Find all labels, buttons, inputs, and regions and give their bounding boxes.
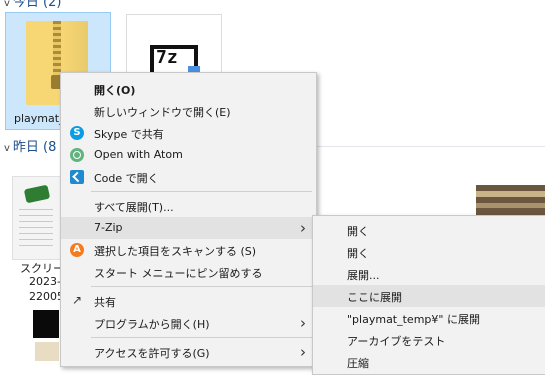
group-header-today[interactable]: v 今日 (2) bbox=[4, 0, 61, 10]
chevron-right-icon: › bbox=[300, 314, 306, 332]
avast-icon: A bbox=[70, 243, 84, 257]
submenu-item-test-archive[interactable]: アーカイブをテスト bbox=[313, 329, 545, 351]
screenshot-thumbnail[interactable] bbox=[12, 176, 62, 260]
menu-item-skype-share[interactable]: S Skype で共有 bbox=[61, 122, 316, 144]
menu-item-7zip[interactable]: 7-Zip › bbox=[61, 217, 316, 239]
menu-item-share[interactable]: ↗ 共有 bbox=[61, 290, 316, 312]
chevron-down-icon: v bbox=[4, 143, 10, 154]
submenu-item-extract-to-folder[interactable]: "playmat_temp¥" に展開 bbox=[313, 307, 545, 329]
file-name-label: playmat_ bbox=[14, 112, 65, 125]
submenu-item-extract[interactable]: 展開... bbox=[313, 263, 545, 285]
menu-item-open[interactable]: 開く(O) bbox=[61, 78, 316, 100]
submenu-item-open[interactable]: 開く bbox=[313, 219, 545, 241]
menu-item-open-in-code[interactable]: Code で開く bbox=[61, 166, 316, 188]
group-header-today-label: 今日 (2) bbox=[12, 0, 62, 10]
screenshot-name-line3: 22005 bbox=[29, 290, 64, 303]
menu-item-pin-to-start[interactable]: スタート メニューにピン留めする bbox=[61, 261, 316, 283]
atom-icon bbox=[70, 148, 84, 162]
menu-item-grant-access[interactable]: アクセスを許可する(G) › bbox=[61, 341, 316, 363]
menu-item-extract-all[interactable]: すべて展開(T)... bbox=[61, 195, 316, 217]
submenu-item-extract-here[interactable]: ここに展開 bbox=[313, 285, 545, 307]
context-menu: 開く(O) 新しいウィンドウで開く(E) S Skype で共有 Open wi… bbox=[60, 72, 317, 367]
photo-thumbnail[interactable] bbox=[35, 342, 59, 361]
menu-item-open-new-window[interactable]: 新しいウィンドウで開く(E) bbox=[61, 100, 316, 122]
screenshot-name-line2: 2023- bbox=[29, 275, 61, 288]
share-icon: ↗ bbox=[71, 293, 83, 307]
menu-separator bbox=[91, 286, 312, 287]
dark-thumbnail[interactable] bbox=[33, 310, 59, 338]
file-tile-7zip[interactable]: 7z bbox=[126, 14, 222, 80]
skype-icon: S bbox=[70, 126, 84, 140]
seven-zip-submenu: 開く 開く 展開... ここに展開 "playmat_temp¥" に展開 アー… bbox=[312, 215, 545, 375]
menu-separator bbox=[91, 191, 312, 192]
chevron-right-icon: › bbox=[300, 219, 306, 237]
submenu-item-open-2[interactable]: 開く bbox=[313, 241, 545, 263]
menu-item-open-with-atom[interactable]: Open with Atom bbox=[61, 144, 316, 166]
photo-thumbnail[interactable] bbox=[476, 185, 545, 215]
group-header-yesterday[interactable]: v 昨日 (8 bbox=[4, 136, 56, 155]
group-divider bbox=[317, 146, 545, 147]
menu-item-open-with[interactable]: プログラムから開く(H) › bbox=[61, 312, 316, 334]
chevron-right-icon: › bbox=[300, 343, 306, 361]
submenu-item-compress[interactable]: 圧縮 bbox=[313, 351, 545, 373]
menu-item-scan-selected[interactable]: A 選択した項目をスキャンする (S) bbox=[61, 239, 316, 261]
menu-separator bbox=[91, 337, 312, 338]
chevron-down-icon: v bbox=[4, 0, 10, 9]
vscode-icon bbox=[70, 170, 84, 184]
group-header-yesterday-label: 昨日 (8 bbox=[12, 140, 57, 155]
